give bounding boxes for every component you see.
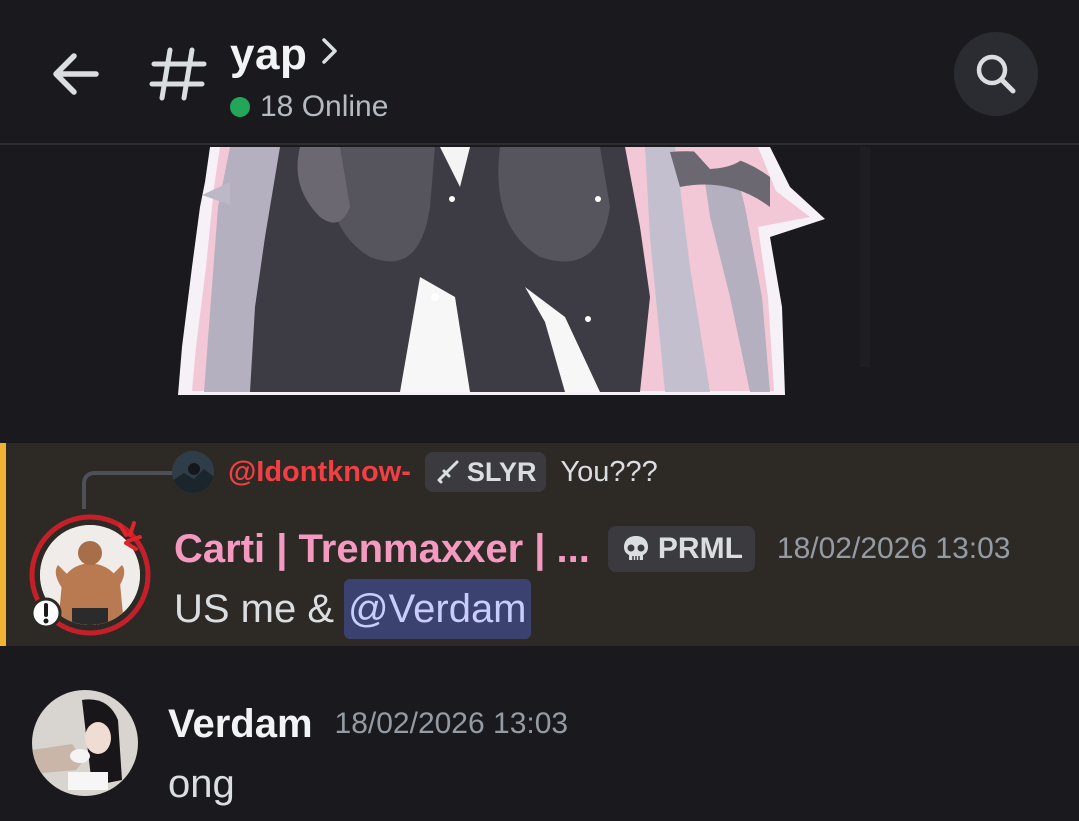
channel-title[interactable]: yap — [230, 30, 341, 80]
message-header: Carti | Trenmaxxer | ... PRML 18/02/2026… — [174, 523, 1010, 575]
reply-username[interactable]: @Idontknow- — [228, 456, 411, 489]
arrow-left-icon — [53, 53, 99, 95]
channel-name: yap — [230, 30, 308, 79]
hash-icon — [149, 47, 207, 101]
search-icon — [976, 54, 1016, 94]
message-text: ong — [168, 762, 235, 806]
avatar-image — [172, 451, 214, 493]
sticker-image[interactable] — [170, 147, 870, 407]
chevron-right-icon — [322, 38, 338, 64]
message-header: Verdam 18/02/2026 13:03 — [168, 698, 568, 750]
reply-text: You??? — [560, 455, 658, 488]
message-timestamp: 18/02/2026 13:03 — [334, 707, 569, 740]
message-text: US me & — [174, 586, 335, 631]
reply-preview[interactable]: @Idontknow- SLYR You??? — [172, 451, 658, 493]
author-avatar[interactable] — [32, 690, 138, 796]
skull-icon — [623, 536, 648, 560]
author-name[interactable]: Verdam — [168, 702, 313, 747]
sword-icon — [437, 460, 459, 484]
highlighted-message[interactable]: @Idontknow- SLYR You??? Carti | Trenmaxx… — [0, 443, 1079, 646]
avatar-image — [29, 514, 151, 636]
tag-label: PRML — [657, 532, 743, 565]
search-button[interactable] — [954, 32, 1038, 116]
reply-connector — [82, 471, 172, 509]
online-status: 18 Online — [230, 90, 388, 124]
message-content: US me & @Verdam — [174, 579, 531, 639]
server-tag-slyr[interactable]: SLYR — [424, 452, 547, 492]
author-avatar[interactable] — [28, 513, 152, 637]
tag-label: SLYR — [466, 456, 537, 487]
online-count: 18 Online — [260, 90, 389, 123]
chat-screen: yap 18 Online @Idontknow- SLYR You??? Ca… — [0, 0, 1079, 821]
message-timestamp: 18/02/2026 13:03 — [776, 532, 1011, 565]
reply-avatar[interactable] — [172, 451, 214, 493]
avatar-image — [32, 690, 138, 796]
channel-header: yap 18 Online — [0, 0, 1079, 145]
back-button[interactable] — [44, 42, 108, 106]
server-tag-prml[interactable]: PRML — [607, 526, 755, 572]
user-mention[interactable]: @Verdam — [344, 579, 531, 639]
author-name[interactable]: Carti | Trenmaxxer | ... — [174, 527, 590, 572]
online-dot — [230, 97, 250, 117]
